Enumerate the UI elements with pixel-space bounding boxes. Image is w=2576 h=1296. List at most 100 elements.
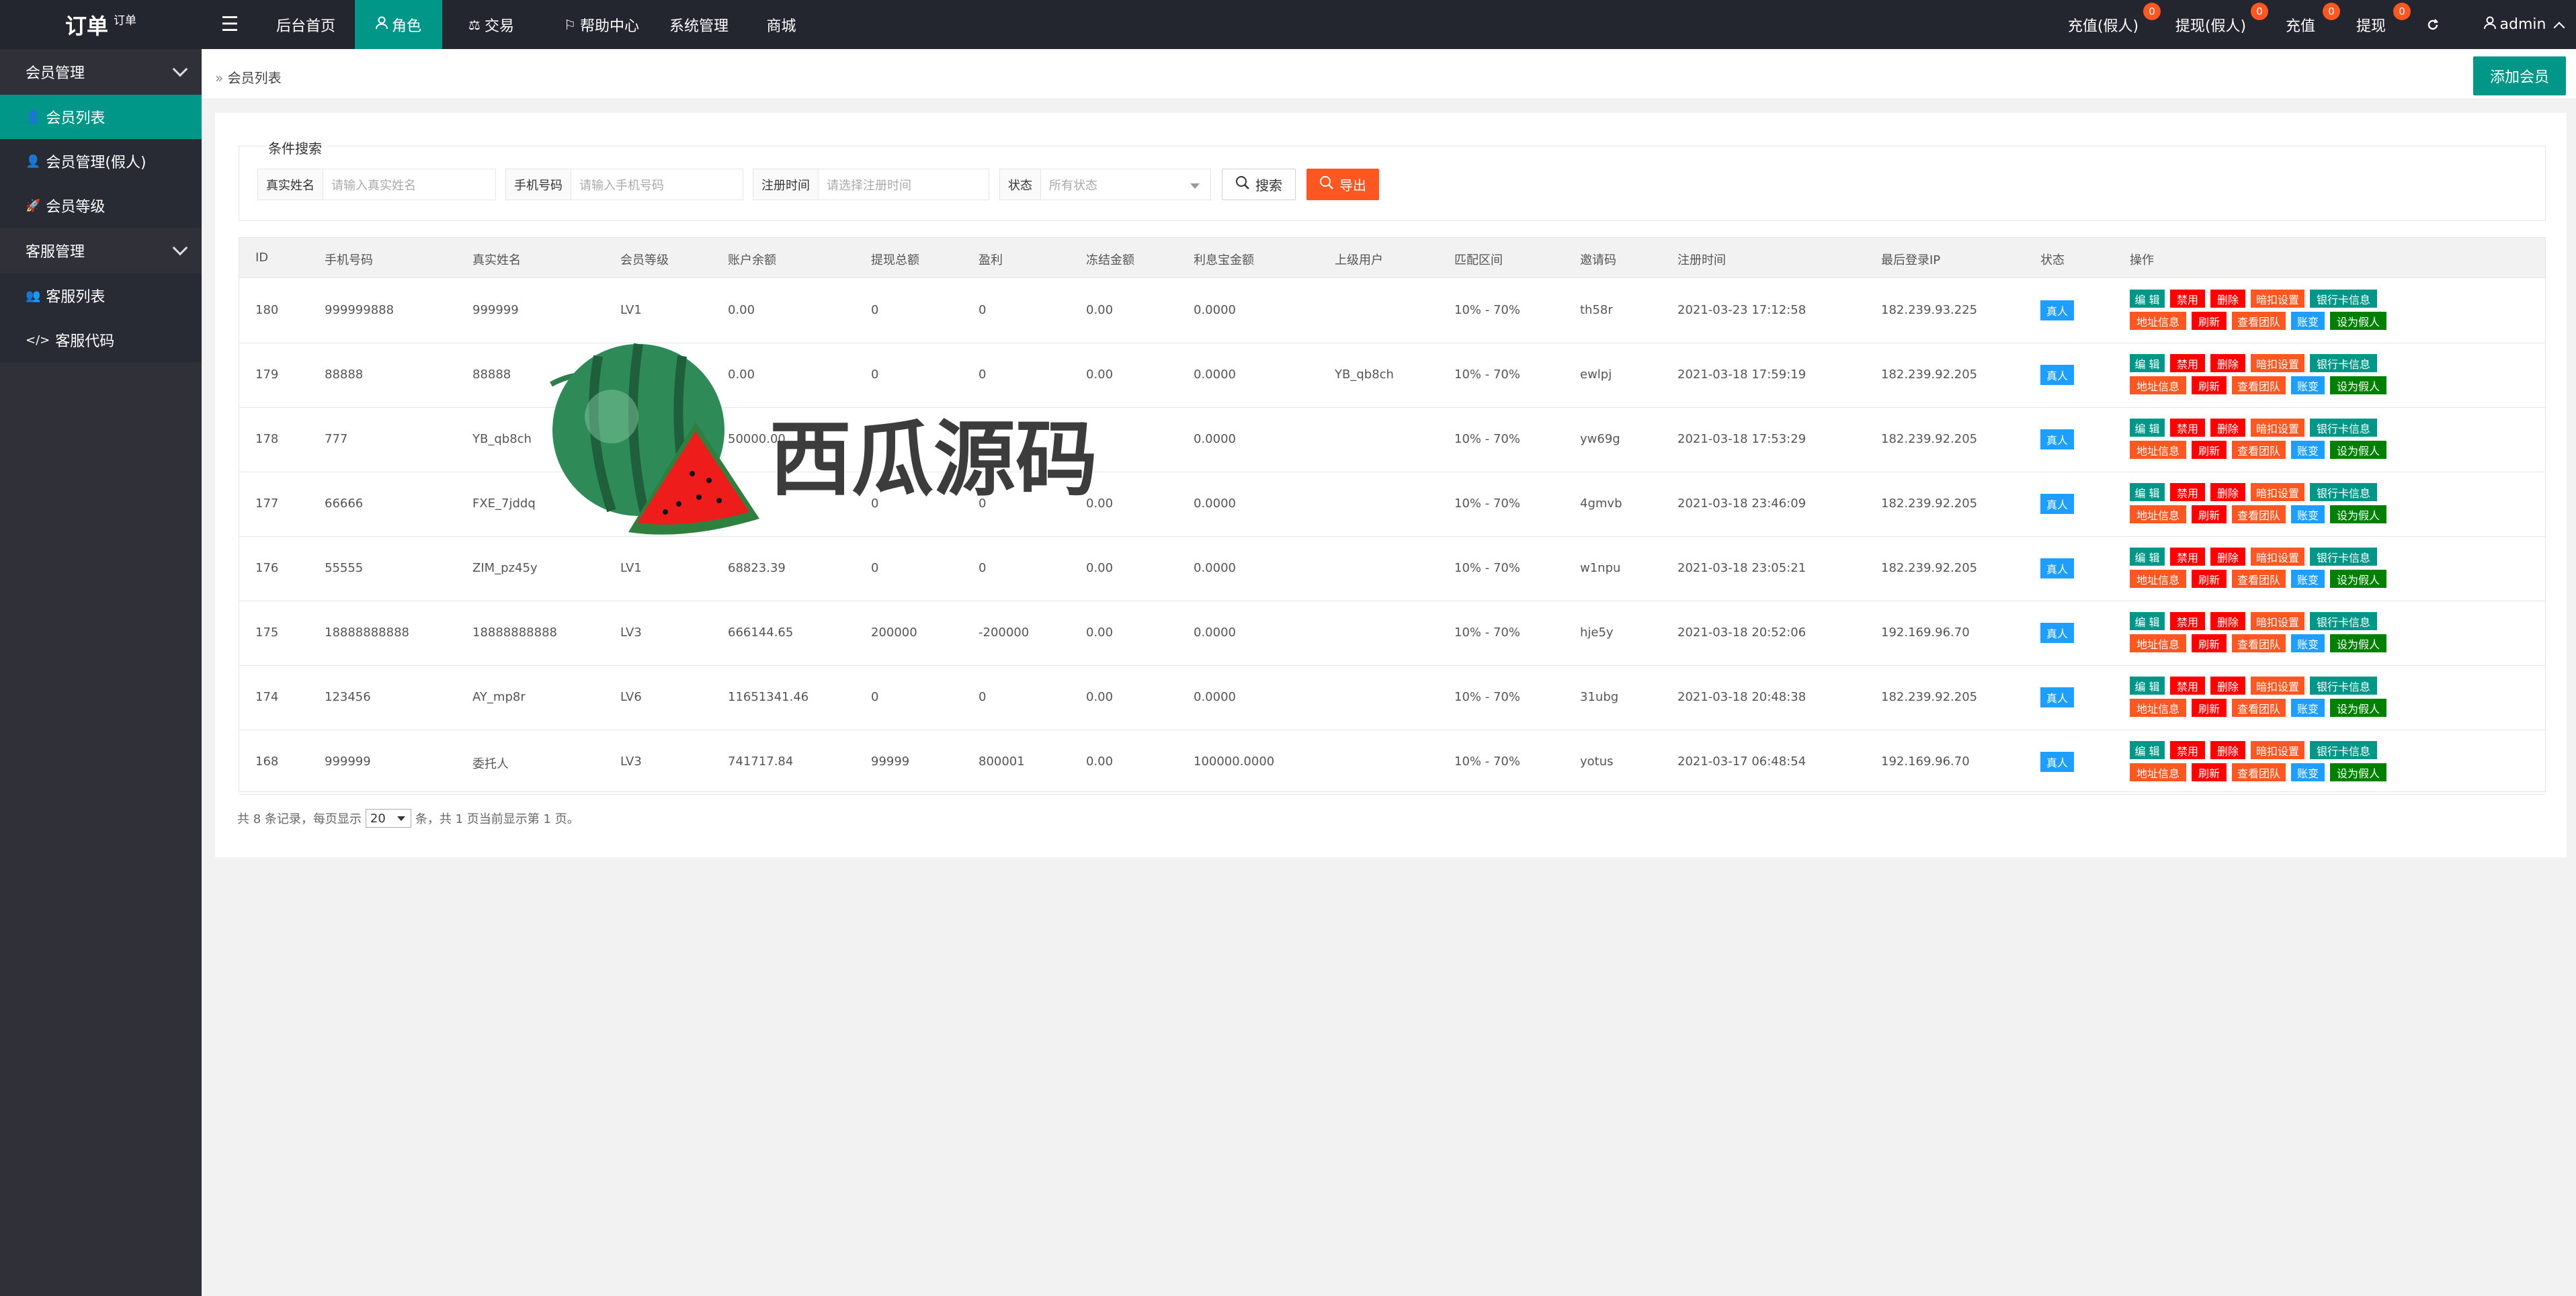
sidebar-item-service-list[interactable]: 👥 客服列表 [0,273,202,318]
action-button[interactable]: 编 辑 [2130,483,2165,501]
sidebar-item-member-level[interactable]: 🚀 会员等级 [0,183,202,228]
action-button[interactable]: 设为假人 [2330,505,2386,523]
action-button[interactable]: 暗扣设置 [2251,548,2304,566]
action-button[interactable]: 刷新 [2192,634,2227,652]
action-button[interactable]: 暗扣设置 [2251,419,2304,437]
action-button[interactable]: 地址信息 [2130,312,2186,330]
sidebar-item-service-code[interactable]: </> 客服代码 [0,318,202,362]
user-menu[interactable]: admin [2477,0,2571,49]
action-button[interactable]: 地址信息 [2130,699,2186,717]
action-button[interactable]: 地址信息 [2130,505,2186,523]
action-button[interactable]: 刷新 [2192,441,2227,459]
action-button[interactable]: 删除 [2210,612,2245,630]
action-button[interactable]: 查看团队 [2232,763,2286,781]
action-button[interactable]: 删除 [2210,677,2245,695]
nav-system[interactable]: 系统管理 [662,0,736,49]
action-button[interactable]: 禁用 [2170,548,2205,566]
action-button[interactable]: 编 辑 [2130,612,2165,630]
action-button[interactable]: 账变 [2291,763,2325,781]
action-button[interactable]: 禁用 [2170,290,2205,308]
action-button[interactable]: 刷新 [2192,570,2227,588]
nav-shop[interactable]: 商城 [756,0,806,49]
nav-withdraw-fake[interactable]: 提现(假人) 0 [2165,0,2268,49]
action-button[interactable]: 账变 [2291,634,2325,652]
nav-help[interactable]: ⚐ 帮助中心 [544,0,659,49]
action-button[interactable]: 查看团队 [2232,699,2286,717]
action-button[interactable]: 编 辑 [2130,741,2165,759]
action-button[interactable]: 设为假人 [2330,376,2386,394]
page-size-select[interactable]: 20 [365,809,411,828]
search-button[interactable]: 搜索 [1222,169,1296,200]
action-button[interactable]: 禁用 [2170,677,2205,695]
nav-role[interactable]: 角色 [355,0,442,49]
name-input[interactable]: 请输入真实姓名 [323,169,495,200]
action-button[interactable]: 账变 [2291,441,2325,459]
action-button[interactable]: 地址信息 [2130,376,2186,394]
action-button[interactable]: 地址信息 [2130,763,2186,781]
action-button[interactable]: 账变 [2291,312,2325,330]
phone-input[interactable]: 请输入手机号码 [571,169,743,200]
nav-withdraw[interactable]: 提现 0 [2348,0,2411,49]
action-button[interactable]: 查看团队 [2232,634,2286,652]
action-button[interactable]: 银行卡信息 [2310,354,2377,372]
action-button[interactable]: 删除 [2210,290,2245,308]
action-button[interactable]: 暗扣设置 [2251,483,2304,501]
action-button[interactable]: 暗扣设置 [2251,612,2304,630]
action-button[interactable]: 禁用 [2170,419,2205,437]
action-button[interactable]: 禁用 [2170,612,2205,630]
action-button[interactable]: 暗扣设置 [2251,741,2304,759]
action-button[interactable]: 账变 [2291,505,2325,523]
action-button[interactable]: 地址信息 [2130,634,2186,652]
action-button[interactable]: 账变 [2291,699,2325,717]
action-button[interactable]: 刷新 [2192,312,2227,330]
sidebar-group-members[interactable]: 会员管理 [0,49,202,95]
action-button[interactable]: 查看团队 [2232,376,2286,394]
action-button[interactable]: 设为假人 [2330,570,2386,588]
add-member-button[interactable]: 添加会员 [2473,56,2566,95]
action-button[interactable]: 编 辑 [2130,290,2165,308]
sidebar-group-service[interactable]: 客服管理 [0,228,202,273]
action-button[interactable]: 刷新 [2192,699,2227,717]
action-button[interactable]: 银行卡信息 [2310,612,2377,630]
action-button[interactable]: 地址信息 [2130,441,2186,459]
action-button[interactable]: 银行卡信息 [2310,290,2377,308]
menu-toggle-icon[interactable]: ☰ [203,0,257,49]
action-button[interactable]: 银行卡信息 [2310,741,2377,759]
action-button[interactable]: 删除 [2210,419,2245,437]
action-button[interactable]: 禁用 [2170,483,2205,501]
nav-recharge-fake[interactable]: 充值(假人) 0 [2058,0,2161,49]
action-button[interactable]: 查看团队 [2232,312,2286,330]
action-button[interactable]: 银行卡信息 [2310,548,2377,566]
export-button[interactable]: 导出 [1306,169,1379,200]
action-button[interactable]: 设为假人 [2330,441,2386,459]
action-button[interactable]: 银行卡信息 [2310,677,2377,695]
action-button[interactable]: 查看团队 [2232,570,2286,588]
action-button[interactable]: 编 辑 [2130,419,2165,437]
sidebar-item-fake-members[interactable]: 👤 会员管理(假人) [0,139,202,183]
action-button[interactable]: 暗扣设置 [2251,677,2304,695]
action-button[interactable]: 刷新 [2192,763,2227,781]
action-button[interactable]: 禁用 [2170,741,2205,759]
action-button[interactable]: 删除 [2210,741,2245,759]
action-button[interactable]: 删除 [2210,548,2245,566]
action-button[interactable]: 账变 [2291,376,2325,394]
sidebar-item-member-list[interactable]: 👤 会员列表 [0,95,202,139]
action-button[interactable]: 设为假人 [2330,699,2386,717]
action-button[interactable]: 删除 [2210,483,2245,501]
action-button[interactable]: 设为假人 [2330,634,2386,652]
date-input[interactable]: 请选择注册时间 [819,169,989,200]
action-button[interactable]: 设为假人 [2330,312,2386,330]
action-button[interactable]: 删除 [2210,354,2245,372]
refresh-icon[interactable] [2419,0,2446,49]
action-button[interactable]: 禁用 [2170,354,2205,372]
action-button[interactable]: 编 辑 [2130,354,2165,372]
action-button[interactable]: 暗扣设置 [2251,354,2304,372]
action-button[interactable]: 银行卡信息 [2310,419,2377,437]
action-button[interactable]: 银行卡信息 [2310,483,2377,501]
nav-home[interactable]: 后台首页 [259,0,353,49]
action-button[interactable]: 刷新 [2192,376,2227,394]
nav-recharge[interactable]: 充值 0 [2277,0,2340,49]
action-button[interactable]: 地址信息 [2130,570,2186,588]
action-button[interactable]: 编 辑 [2130,548,2165,566]
action-button[interactable]: 编 辑 [2130,677,2165,695]
